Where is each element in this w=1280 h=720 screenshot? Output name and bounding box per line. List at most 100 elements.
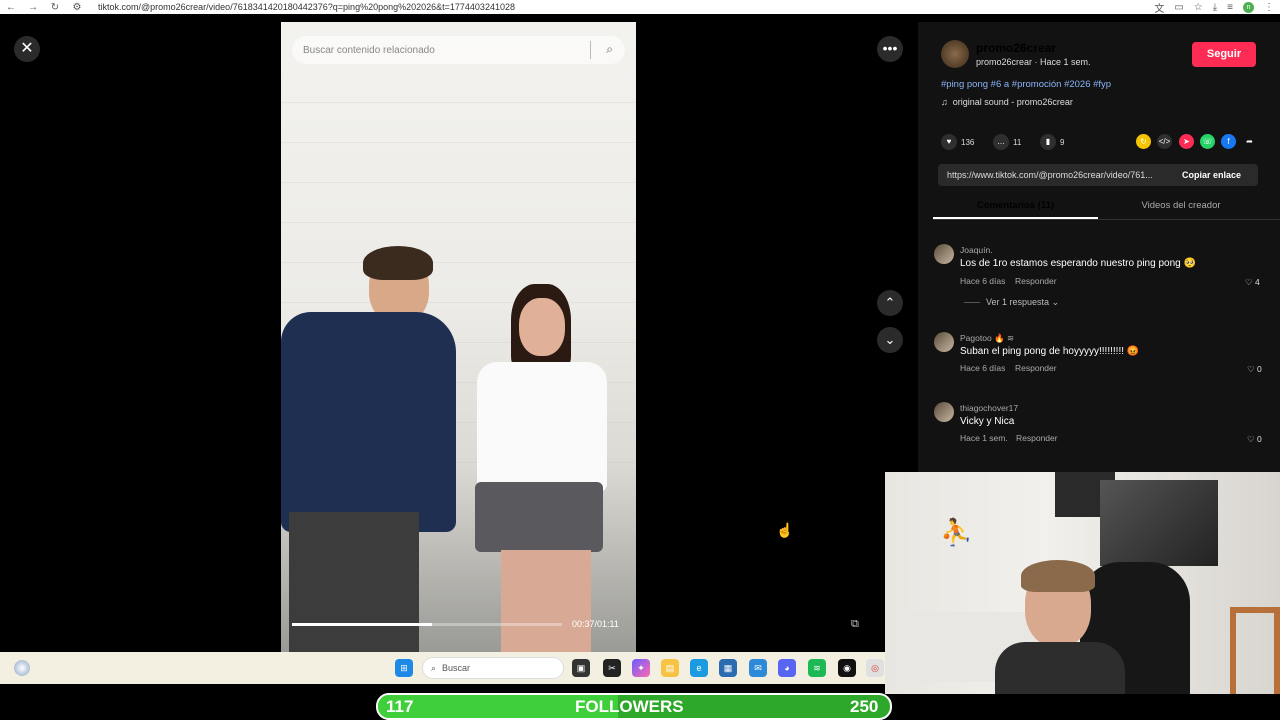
profile-icon[interactable]: n <box>1243 1 1254 13</box>
replies-line <box>964 302 980 304</box>
avatar[interactable] <box>934 332 954 352</box>
jumpman-logo: ⛹ <box>940 517 973 547</box>
file-explorer-icon[interactable]: ▤ <box>661 659 679 677</box>
comment-like[interactable]: ♡ 4 <box>1245 277 1260 288</box>
search-icon: ⌕ <box>431 662 437 673</box>
creator-subline: promo26crear · Hace 1 sem. <box>976 57 1091 67</box>
creator-username[interactable]: promo26crear <box>976 41 1056 55</box>
comment-time: Hace 6 días <box>960 276 1006 286</box>
search-icon[interactable]: ⌕ <box>606 42 613 57</box>
bookmark-icon[interactable]: ▮ <box>1040 134 1056 150</box>
comment-time: Hace 1 sem. <box>960 433 1008 443</box>
cast-icon[interactable]: ▭ <box>1174 2 1183 13</box>
avatar[interactable] <box>941 40 969 68</box>
comment-count: 11 <box>1013 137 1022 147</box>
streamer-shirt <box>995 642 1125 694</box>
comment-text: Suban el ping pong de hoyyyyy!!!!!!!!! 😡 <box>960 346 1140 357</box>
reply-button[interactable]: Responder <box>1015 276 1057 286</box>
heart-outline-icon: ♡ <box>1245 277 1253 287</box>
post-sound[interactable]: ♫ original sound - promo26crear <box>941 97 1073 107</box>
task-view-icon[interactable]: ▣ <box>572 659 590 677</box>
followers-goal: 250 <box>850 697 879 716</box>
whatsapp-icon[interactable]: ☏ <box>1200 134 1215 149</box>
comment-user[interactable]: Joaquín. <box>960 245 993 255</box>
search-divider <box>590 41 591 59</box>
comment-like[interactable]: ♡ 0 <box>1247 434 1262 445</box>
edge-icon[interactable]: e <box>690 659 708 677</box>
comment-like-count: 0 <box>1257 434 1262 444</box>
tabs-divider <box>933 219 1280 220</box>
mouse-cursor-icon: ☝ <box>776 522 794 538</box>
comment-like-count: 4 <box>1255 277 1260 287</box>
streamer-hair <box>1021 560 1095 592</box>
obs-icon[interactable]: ◉ <box>838 659 856 677</box>
webcam-overlay: ⛹ <box>885 472 1280 694</box>
comment-user[interactable]: Pagotoo 🔥 ≋ <box>960 333 1014 344</box>
weather-icon[interactable] <box>14 660 30 676</box>
address-bar[interactable]: tiktok.com/@promo26crear/video/761834142… <box>98 2 515 12</box>
share-link-box: https://www.tiktok.com/@promo26crear/vid… <box>938 164 1258 186</box>
video-frame[interactable] <box>281 22 636 652</box>
reply-button[interactable]: Responder <box>1016 433 1058 443</box>
more-options-icon[interactable]: ••• <box>877 36 903 62</box>
outlook-icon[interactable]: ✉ <box>749 659 767 677</box>
translate-icon[interactable]: 文 <box>1154 0 1164 15</box>
copilot-icon[interactable]: ✦ <box>632 659 650 677</box>
chrome-icon[interactable]: ◎ <box>866 659 884 677</box>
browser-actions: 文 ▭ ☆ ⤓ ≡ n ⋮ <box>1154 0 1274 15</box>
video-time: 00:37/01:11 <box>572 619 619 629</box>
search-input[interactable]: Buscar contenido relacionado ⌕ <box>292 36 625 64</box>
music-note-icon: ♫ <box>941 97 948 107</box>
avatar[interactable] <box>934 402 954 422</box>
search-placeholder: Buscar contenido relacionado <box>303 44 435 56</box>
comment-like-count: 0 <box>1257 364 1262 374</box>
view-replies-label: Ver 1 respuesta <box>986 297 1050 307</box>
comment-user[interactable]: thiagochover17 <box>960 403 1018 413</box>
comment-like[interactable]: ♡ 0 <box>1247 364 1262 375</box>
follow-button[interactable]: Seguir <box>1192 42 1256 67</box>
copy-link-button[interactable]: Copiar enlace <box>1176 170 1241 180</box>
reply-button[interactable]: Responder <box>1015 363 1057 373</box>
send-icon[interactable]: ➤ <box>1179 134 1194 149</box>
reload-icon[interactable]: ↻ <box>44 2 66 13</box>
embed-icon[interactable]: </> <box>1157 134 1172 149</box>
browser-toolbar: ← → ↻ ⚙ tiktok.com/@promo26crear/video/7… <box>0 0 1280 15</box>
forward-icon[interactable]: → <box>22 2 44 13</box>
followers-label: FOLLOWERS <box>575 697 684 716</box>
tab-comments[interactable]: Comentarios (11) <box>933 200 1098 211</box>
download-icon[interactable]: ⤓ <box>1213 2 1217 13</box>
taskbar-search[interactable]: ⌕ Buscar <box>422 657 564 679</box>
windows-start-icon[interactable]: ⊞ <box>395 659 413 677</box>
facebook-icon[interactable]: f <box>1221 134 1236 149</box>
discord-icon[interactable]: ◕ <box>778 659 796 677</box>
menu-icon[interactable]: ⋮ <box>1264 2 1274 13</box>
like-count: 136 <box>961 137 975 147</box>
comment-stat[interactable]: … 11 <box>993 134 1021 150</box>
heart-outline-icon: ♡ <box>1247 434 1255 444</box>
heart-icon[interactable]: ♥ <box>941 134 957 150</box>
chevron-down-icon[interactable]: ⌄ <box>877 327 903 353</box>
spotify-icon[interactable]: ≋ <box>808 659 826 677</box>
view-replies-button[interactable]: Ver 1 respuesta ⌄ <box>964 297 1059 308</box>
post-hashtags[interactable]: #ping pong #6 a #promoción #2026 #fyp <box>941 79 1111 90</box>
person-left <box>281 242 461 652</box>
reading-list-icon[interactable]: ≡ <box>1227 2 1233 13</box>
tab-creator-videos[interactable]: Videos del creador <box>1098 200 1264 211</box>
star-icon[interactable]: ☆ <box>1194 2 1203 13</box>
like-stat[interactable]: ♥ 136 <box>941 134 974 150</box>
picture-in-picture-icon[interactable]: ⧉ <box>851 618 867 634</box>
avatar[interactable] <box>934 244 954 264</box>
capcut-icon[interactable]: ✂ <box>603 659 621 677</box>
store-icon[interactable]: ▦ <box>719 659 737 677</box>
save-stat[interactable]: ▮ 9 <box>1040 134 1064 150</box>
video-progress-bar[interactable] <box>292 623 562 626</box>
repost-icon[interactable]: ↻ <box>1136 134 1151 149</box>
close-icon[interactable]: ✕ <box>14 36 40 62</box>
share-icon[interactable]: ➦ <box>1242 134 1257 149</box>
site-info-icon[interactable]: ⚙ <box>66 2 88 13</box>
comment-icon[interactable]: … <box>993 134 1009 150</box>
share-link[interactable]: https://www.tiktok.com/@promo26crear/vid… <box>938 170 1176 180</box>
chevron-up-icon[interactable]: ⌃ <box>877 290 903 316</box>
poster <box>1100 480 1218 566</box>
back-icon[interactable]: ← <box>0 2 22 13</box>
